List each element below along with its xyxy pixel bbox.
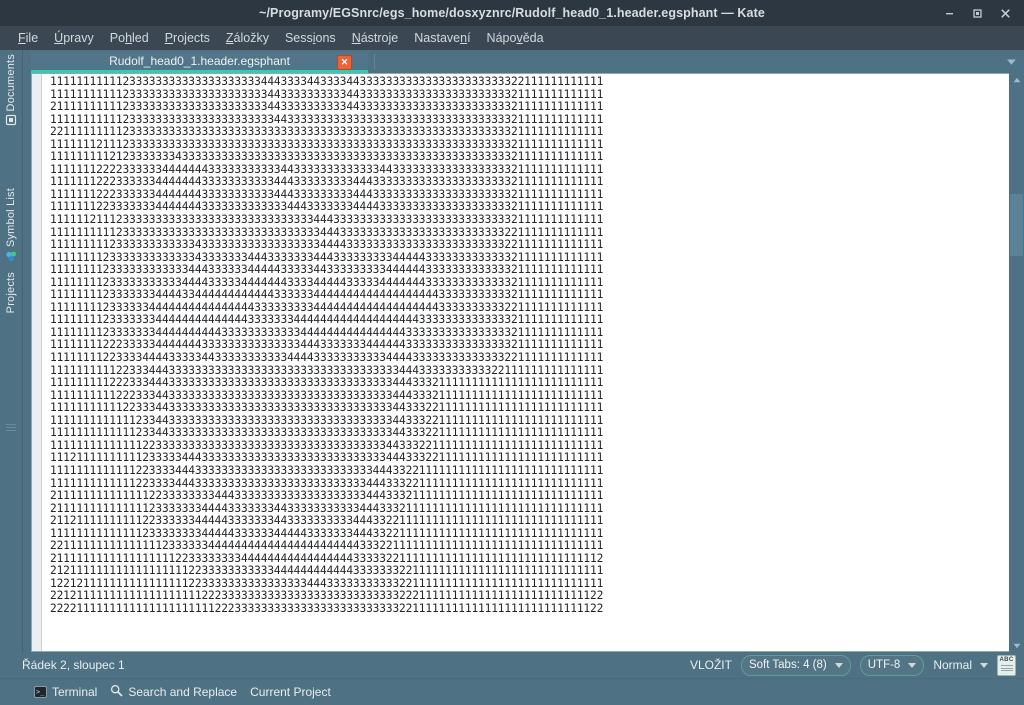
search-icon xyxy=(110,684,123,700)
editor-line: 2112111111111122333333444443333333443333… xyxy=(50,514,604,528)
bottom-item-terminal-label: Terminal xyxy=(52,685,98,699)
menu-bar: File Úpravy Pohled Projects Záložky Sess… xyxy=(0,26,1024,50)
scrollbar-thumb[interactable] xyxy=(1010,194,1023,256)
editor-line: 1111111122333344443333344333333333334444… xyxy=(50,351,604,365)
menu-item-sessions[interactable]: Sessions xyxy=(277,29,344,47)
document-tab-label: Rudolf_head0_1.header.egsphant xyxy=(109,54,290,68)
terminal-icon: >_ xyxy=(34,686,47,698)
title-bar: ~/Programy/EGSnrc/egs_home/dosxyznrc/Rud… xyxy=(0,0,1024,26)
sidebar-splitter-handle[interactable] xyxy=(6,422,16,434)
editor-line: 2111111111111112233333333444333333333333… xyxy=(50,489,604,503)
bottom-item-current-project[interactable]: Current Project xyxy=(246,683,335,701)
chevron-down-icon xyxy=(980,662,988,668)
menu-item-napoveda[interactable]: Nápověda xyxy=(479,29,552,47)
status-bar: Řádek 2, sloupec 1 VLOŽIT Soft Tabs: 4 (… xyxy=(0,652,1024,678)
body-area: Documents Symbol List Projects Rudolf_he… xyxy=(0,50,1024,652)
tab-setting-dropdown[interactable]: Soft Tabs: 4 (8) xyxy=(740,654,851,676)
encoding-label: UTF-8 xyxy=(867,659,901,671)
mode-label: Normal xyxy=(933,658,972,672)
editor-line: 1111111123333333333334443333334444433333… xyxy=(50,263,604,277)
sidebar-item-symbol-list-label: Symbol List xyxy=(5,188,17,248)
bottom-tool-bar: >_ Terminal Search and Replace Current P… xyxy=(0,678,1024,705)
sidebar-item-projects[interactable]: Projects xyxy=(0,272,22,313)
scroll-up-icon[interactable] xyxy=(1009,73,1024,86)
chevron-down-icon xyxy=(908,662,917,668)
editor-text-content[interactable]: 1111111111123333333333333333333344433334… xyxy=(42,74,1009,616)
insert-mode-label[interactable]: VLOŽIT xyxy=(690,658,732,672)
sidebar-item-symbol-list[interactable]: Symbol List xyxy=(0,188,22,269)
maximize-icon[interactable] xyxy=(964,2,990,24)
editor-line: 1111111111123333333333333333333344433334… xyxy=(50,75,604,88)
editor-column: Rudolf_head0_1.header.egsphant ✕ 1111111… xyxy=(23,50,1024,652)
menu-item-zalozky[interactable]: Záložky xyxy=(218,29,277,47)
menu-item-nastaveni[interactable]: Nastavení xyxy=(406,29,478,47)
window-title: ~/Programy/EGSnrc/egs_home/dosxyznrc/Rud… xyxy=(259,6,765,20)
close-icon[interactable] xyxy=(992,2,1018,24)
menu-item-upravy[interactable]: Úpravy xyxy=(46,29,102,47)
sidebar-item-projects-label: Projects xyxy=(5,272,17,314)
window-controls xyxy=(936,0,1018,26)
kate-main-window: ~/Programy/EGSnrc/egs_home/dosxyznrc/Rud… xyxy=(0,0,1024,705)
editor-line: 1111112111233333333333333333333333333333… xyxy=(50,213,604,227)
mode-dropdown[interactable]: Normal xyxy=(933,658,988,672)
close-icon[interactable]: ✕ xyxy=(337,55,352,70)
editor-line: 1111111112223334443333333333333333333333… xyxy=(50,376,604,390)
menu-item-nastroje[interactable]: Nástroje xyxy=(344,29,407,47)
editor-line: 1111111111122333443333333333333333333333… xyxy=(50,401,604,415)
editor-icon-border[interactable] xyxy=(32,74,42,651)
editor-line: 2211111111111111123333334444444444444444… xyxy=(50,539,604,553)
editor-vertical-scrollbar[interactable] xyxy=(1009,73,1024,652)
encoding-dropdown[interactable]: UTF-8 xyxy=(859,654,925,676)
editor-line: 2222111111111111111111111222333333333333… xyxy=(50,601,604,615)
editor-line: 1111111111111223333444333333333333333333… xyxy=(50,463,604,477)
text-editor-area[interactable]: 1111111111123333333333333333333344433334… xyxy=(42,74,1009,651)
editor-line: 1111111112333333333333433333333333333333… xyxy=(50,238,604,252)
scroll-down-icon[interactable] xyxy=(1009,639,1024,652)
sidebar-item-documents-label: Documents xyxy=(5,54,17,112)
editor-frame: 1111111111123333333333333333333344433334… xyxy=(31,73,1009,652)
editor-wrapper: 1111111111123333333333333333333344433334… xyxy=(23,73,1024,652)
chevron-down-icon xyxy=(834,662,843,668)
editor-line: 2211111111123333333333333333333333333333… xyxy=(50,125,604,139)
menu-item-pohled[interactable]: Pohled xyxy=(102,29,157,47)
bottom-item-terminal[interactable]: >_ Terminal xyxy=(30,683,101,701)
bottom-item-search-and-replace[interactable]: Search and Replace xyxy=(106,682,241,702)
chevron-down-icon[interactable] xyxy=(1004,55,1018,69)
document-tab[interactable]: Rudolf_head0_1.header.egsphant ✕ xyxy=(31,52,368,73)
tab-separator xyxy=(374,54,375,69)
cursor-position-label: Řádek 2, sloupec 1 xyxy=(22,658,125,672)
bottom-item-search-and-replace-label: Search and Replace xyxy=(128,685,238,699)
bottom-item-current-project-label: Current Project xyxy=(250,685,331,699)
editor-line: 2111111111123333333333333333333334433333… xyxy=(50,100,604,114)
document-tab-bar: Rudolf_head0_1.header.egsphant ✕ xyxy=(23,50,1024,73)
status-bar-right: VLOŽIT Soft Tabs: 4 (8) UTF-8 Normal ABC xyxy=(690,654,1016,676)
menu-item-file[interactable]: File xyxy=(10,29,46,47)
left-tool-sidebar: Documents Symbol List Projects xyxy=(0,50,23,652)
menu-item-projects[interactable]: Projects xyxy=(157,29,218,47)
scrollbar-track[interactable] xyxy=(1009,86,1024,639)
minimize-icon[interactable] xyxy=(936,2,962,24)
editor-line: 1111111111111233443333333333333333333333… xyxy=(50,426,604,440)
editor-line: 1111111112123333333433333333333333333333… xyxy=(50,150,604,164)
editor-line: 2121111111111111111112233333333333444444… xyxy=(50,564,604,578)
editor-line: 1111111123333333444433444444444444333333… xyxy=(50,288,604,302)
documents-icon xyxy=(5,114,17,129)
tab-setting-label: Soft Tabs: 4 (8) xyxy=(748,659,827,671)
sidebar-item-documents[interactable]: Documents xyxy=(0,54,22,132)
spellcheck-icon-label: ABC xyxy=(999,656,1014,663)
spellcheck-icon[interactable]: ABC xyxy=(997,654,1016,676)
symbol-list-icon xyxy=(5,250,18,266)
